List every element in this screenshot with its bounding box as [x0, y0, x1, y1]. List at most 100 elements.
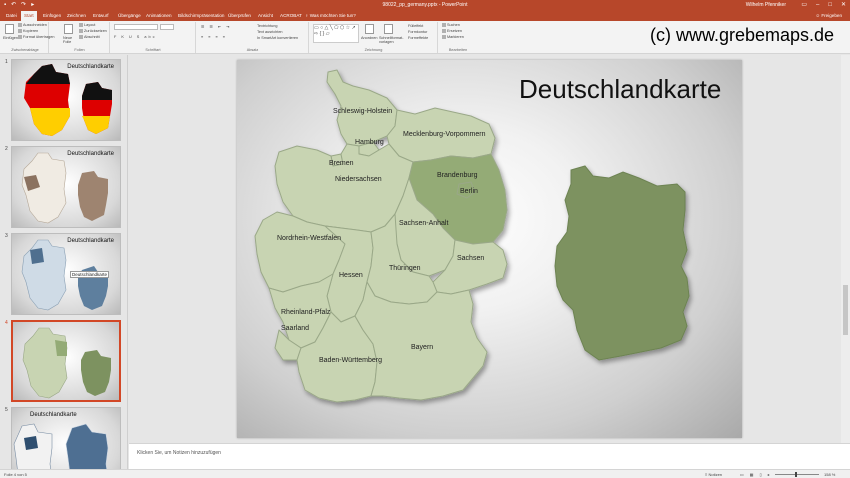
- state-label-brandenburg: Brandenburg: [437, 172, 478, 179]
- group-editing: Suchen Ersetzen Markieren Bearbeiten: [439, 22, 477, 53]
- quick-styles-button[interactable]: Schnellformat-vorlagen: [379, 36, 403, 44]
- copy-icon: [18, 29, 22, 33]
- thumbnail-number: 5: [5, 407, 8, 413]
- paste-button[interactable]: Einfügen: [3, 36, 18, 41]
- align-text-button[interactable]: Text ausrichten: [257, 30, 283, 35]
- tab-ansicht[interactable]: Ansicht: [255, 11, 276, 21]
- zoom-slider-handle[interactable]: [795, 472, 797, 477]
- normal-view-icon[interactable]: ▭: [740, 471, 744, 478]
- notes-toggle-button[interactable]: ≡ Notizen: [705, 471, 722, 478]
- slide-title[interactable]: Deutschlandkarte: [519, 74, 721, 105]
- reading-view-icon[interactable]: ▯: [760, 471, 762, 478]
- tab-entwurf[interactable]: Entwurf: [90, 11, 112, 21]
- state-label-sachsen: Sachsen: [457, 255, 484, 262]
- notes-pane[interactable]: Klicken Sie, um Notizen hinzuzufügen: [129, 443, 850, 469]
- layout-button[interactable]: Layout: [79, 23, 95, 28]
- layout-icon: [79, 23, 83, 27]
- shapes-gallery[interactable]: ▭ ○ △ ╲ ⬠ ⬡ ☆ ↗ ⇨ { } ▱: [313, 24, 359, 43]
- zoom-level[interactable]: 158 %: [824, 471, 835, 478]
- replace-button[interactable]: Ersetzen: [442, 29, 462, 34]
- paste-icon[interactable]: [5, 24, 14, 34]
- tab-ueberpruefen[interactable]: Überprüfen: [225, 11, 254, 21]
- minimize-icon[interactable]: –: [816, 1, 819, 9]
- window-controls: ▭ – □ ✕: [801, 1, 846, 9]
- ribbon: Einfügen Ausschneiden Kopieren Format üb…: [0, 21, 850, 54]
- shape-outline-button[interactable]: Formkontur: [408, 30, 427, 35]
- tab-uebergaenge[interactable]: Übergänge: [115, 11, 144, 21]
- zoom-slider[interactable]: [775, 474, 819, 475]
- share-button[interactable]: ☺ Freigeben: [815, 11, 842, 21]
- copy-button[interactable]: Kopieren: [18, 29, 38, 34]
- slide-thumbnail-2[interactable]: Deutschlandkarte: [11, 146, 121, 228]
- maximize-icon[interactable]: □: [828, 1, 832, 9]
- current-slide[interactable]: Schleswig-Holstein Hamburg Mecklenburg-V…: [237, 60, 742, 438]
- text-direction-button[interactable]: Textrichtung: [257, 24, 277, 29]
- user-name[interactable]: Wilhelm Pfenniker: [746, 2, 786, 9]
- select-button[interactable]: Markieren: [442, 35, 464, 40]
- title-bar: ▪ ↶ ↷ ▸ 98022_pp_germany.pptx - PowerPoi…: [0, 0, 850, 11]
- copyright-watermark: (c) www.grebemaps.de: [650, 25, 835, 45]
- state-label-thueringen: Thüringen: [389, 265, 421, 272]
- state-label-saarland: Saarland: [281, 325, 309, 332]
- brush-icon: [18, 35, 22, 39]
- group-drawing: ▭ ○ △ ╲ ⬠ ⬡ ☆ ↗ ⇨ { } ▱ Anordnen Schnell…: [310, 22, 438, 53]
- state-label-hessen: Hessen: [339, 272, 363, 279]
- tell-me-search[interactable]: ♀ Was möchten Sie tun?: [305, 11, 356, 21]
- tab-acrobat[interactable]: ACROBAT: [277, 11, 305, 21]
- state-label-mecklenburg-vorpommern: Mecklenburg-Vorpommern: [403, 131, 486, 138]
- tab-datei[interactable]: Datei: [3, 11, 20, 21]
- ribbon-display-icon[interactable]: ▭: [801, 1, 807, 9]
- slide-sorter-icon[interactable]: ▦: [750, 471, 754, 478]
- state-label-niedersachsen: Niedersachsen: [335, 176, 382, 183]
- slide-thumbnail-1[interactable]: Deutschlandkarte: [11, 59, 121, 141]
- notes-placeholder: Klicken Sie, um Notizen hinzuzufügen: [137, 450, 221, 456]
- slide-thumbnail-panel: 1 Deutschlandkarte 2 Deutschlandkarte 3 …: [0, 55, 128, 469]
- thumbnail-number: 3: [5, 233, 8, 239]
- document-title: 98022_pp_germany.pptx - PowerPoint: [382, 2, 468, 8]
- find-button[interactable]: Suchen: [442, 23, 460, 28]
- slide-editing-area: Schleswig-Holstein Hamburg Mecklenburg-V…: [129, 55, 841, 443]
- state-label-berlin: Berlin: [460, 188, 478, 195]
- state-label-schleswig-holstein: Schleswig-Holstein: [333, 108, 392, 115]
- group-clipboard: Einfügen Ausschneiden Kopieren Format üb…: [3, 22, 55, 53]
- cut-button[interactable]: Ausschneiden: [18, 23, 47, 28]
- tab-start[interactable]: Start: [21, 11, 37, 21]
- flag-map-germany: [24, 64, 70, 136]
- font-name-field[interactable]: [114, 24, 158, 30]
- shape-fill-button[interactable]: Fülleffekt: [408, 24, 423, 29]
- font-size-field[interactable]: [160, 24, 174, 30]
- tab-einfuegen[interactable]: Einfügen: [40, 11, 64, 21]
- tab-animationen[interactable]: Animationen: [143, 11, 175, 21]
- reset-button[interactable]: Zurücksetzen: [79, 29, 107, 34]
- scissors-icon: [18, 23, 22, 27]
- tab-zeichnen[interactable]: Zeichnen: [64, 11, 89, 21]
- quick-styles-icon[interactable]: [384, 24, 393, 34]
- arrange-icon[interactable]: [365, 24, 374, 34]
- state-label-rheinland-pfalz: Rheinland-Pfalz: [281, 309, 331, 316]
- slideshow-icon[interactable]: ▸: [768, 471, 770, 478]
- state-label-bremen: Bremen: [329, 160, 354, 167]
- close-icon[interactable]: ✕: [841, 1, 846, 9]
- thumbnail-number: 1: [5, 59, 8, 65]
- format-painter-button[interactable]: Format übertragen: [18, 35, 54, 40]
- shape-effects-button[interactable]: Formeffekte: [408, 36, 428, 41]
- slide-thumbnail-4[interactable]: [11, 320, 121, 402]
- arrange-button[interactable]: Anordnen: [361, 36, 377, 41]
- smartart-button[interactable]: In SmartArt konvertieren: [257, 36, 298, 41]
- group-paragraph: ☰ ☰ ⇤ ⇥ ≡ ≡ ≡ ≡ Textrichtung Text ausric…: [197, 22, 309, 53]
- thumbnail-2-graphic: [21, 152, 108, 224]
- scrollbar-thumb[interactable]: [843, 285, 848, 335]
- slide-thumbnail-5[interactable]: Deutschlandkarte: [11, 407, 121, 469]
- state-label-sachsen-anhalt: Sachsen-Anhalt: [399, 220, 448, 227]
- section-icon: [79, 35, 83, 39]
- new-slide-icon[interactable]: [64, 24, 73, 34]
- vertical-scrollbar[interactable]: [841, 55, 850, 443]
- slide-thumbnail-3[interactable]: Deutschlandkarte Deutschlandkarte: [11, 233, 121, 315]
- list-buttons[interactable]: ☰ ☰ ⇤ ⇥: [201, 25, 231, 30]
- section-button[interactable]: Abschnitt: [79, 35, 100, 40]
- alignment-buttons[interactable]: ≡ ≡ ≡ ≡: [201, 35, 227, 40]
- new-slide-button[interactable]: Neue Folie: [63, 36, 77, 44]
- font-format-buttons[interactable]: F K U S abc: [114, 35, 156, 40]
- group-font: F K U S abc Schriftart: [111, 22, 196, 53]
- tab-bildschirmpraesentation[interactable]: Bildschirmpräsentation: [175, 11, 227, 21]
